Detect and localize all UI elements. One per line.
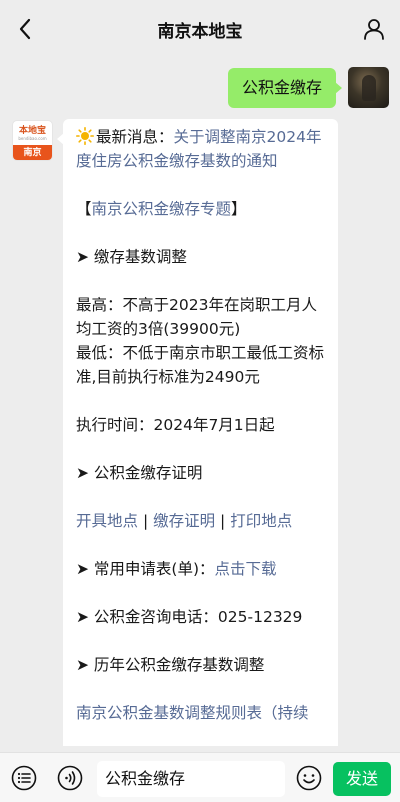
profile-button[interactable] xyxy=(360,15,388,43)
menu-button[interactable] xyxy=(10,764,38,792)
effective-date-text: 执行时间：2024年7月1日起 xyxy=(76,416,275,434)
back-button[interactable] xyxy=(10,14,40,44)
voice-button[interactable] xyxy=(56,764,84,792)
hotline-text: ➤ 公积金咨询电话：025-12329 xyxy=(76,608,303,626)
top-bar: 南京本地宝 xyxy=(0,0,400,58)
section-heading: ➤ 公积金缴存证明 xyxy=(76,464,203,482)
sun-icon xyxy=(76,127,94,145)
reply-message-bubble: 最新消息：关于调整南京2024年度住房公积金缴存基数的通知 【南京公积金缴存专题… xyxy=(63,119,338,746)
min-base-text: 最低：不低于南京市职工最低工资标准,目前执行标准为2490元 xyxy=(76,344,325,386)
user-avatar[interactable] xyxy=(348,67,389,108)
emoji-button[interactable] xyxy=(295,764,323,792)
input-bar: 发送 xyxy=(0,752,400,802)
message-input[interactable] xyxy=(97,761,285,797)
topic-line: 【南京公积金缴存专题】 xyxy=(76,200,247,218)
print-location-link[interactable]: 打印地点 xyxy=(230,512,292,530)
send-button[interactable]: 发送 xyxy=(333,762,391,796)
download-link[interactable]: 点击下载 xyxy=(215,560,277,578)
topic-link[interactable]: 南京公积金缴存专题 xyxy=(92,200,232,218)
section-heading: ➤ 缴存基数调整 xyxy=(76,248,187,266)
sent-message-bubble[interactable]: 公积金缴存 xyxy=(228,68,342,108)
menu-list-icon xyxy=(11,765,37,791)
certificate-links: 开具地点 | 缴存证明 | 打印地点 xyxy=(76,512,293,530)
issue-location-link[interactable]: 开具地点 xyxy=(76,512,138,530)
chat-area[interactable]: 公积金缴存 本地宝 bendibao.com 南京 最新消息：关于调整南京202… xyxy=(0,58,400,746)
bendibao-logo: 本地宝 bendibao.com xyxy=(18,125,47,141)
deposit-proof-link[interactable]: 缴存证明 xyxy=(153,512,215,530)
voice-icon xyxy=(57,765,83,791)
page-title: 南京本地宝 xyxy=(157,21,243,42)
news-paragraph: 最新消息：关于调整南京2024年度住房公积金缴存基数的通知 xyxy=(76,127,322,170)
bot-avatar[interactable]: 本地宝 bendibao.com 南京 xyxy=(12,120,53,161)
logo-city-label: 南京 xyxy=(13,145,52,160)
rules-table-link[interactable]: 南京公积金基数调整规则表（持续 xyxy=(76,701,326,725)
section-heading: ➤ 历年公积金缴存基数调整 xyxy=(76,656,265,674)
forms-line: ➤ 常用申请表(单)：点击下载 xyxy=(76,560,277,578)
person-icon xyxy=(364,19,384,40)
emoji-icon xyxy=(296,765,322,791)
max-base-text: 最高：不高于2023年在岗职工月人均工资的3倍(39900元) xyxy=(76,296,317,338)
chevron-left-icon xyxy=(19,18,31,40)
